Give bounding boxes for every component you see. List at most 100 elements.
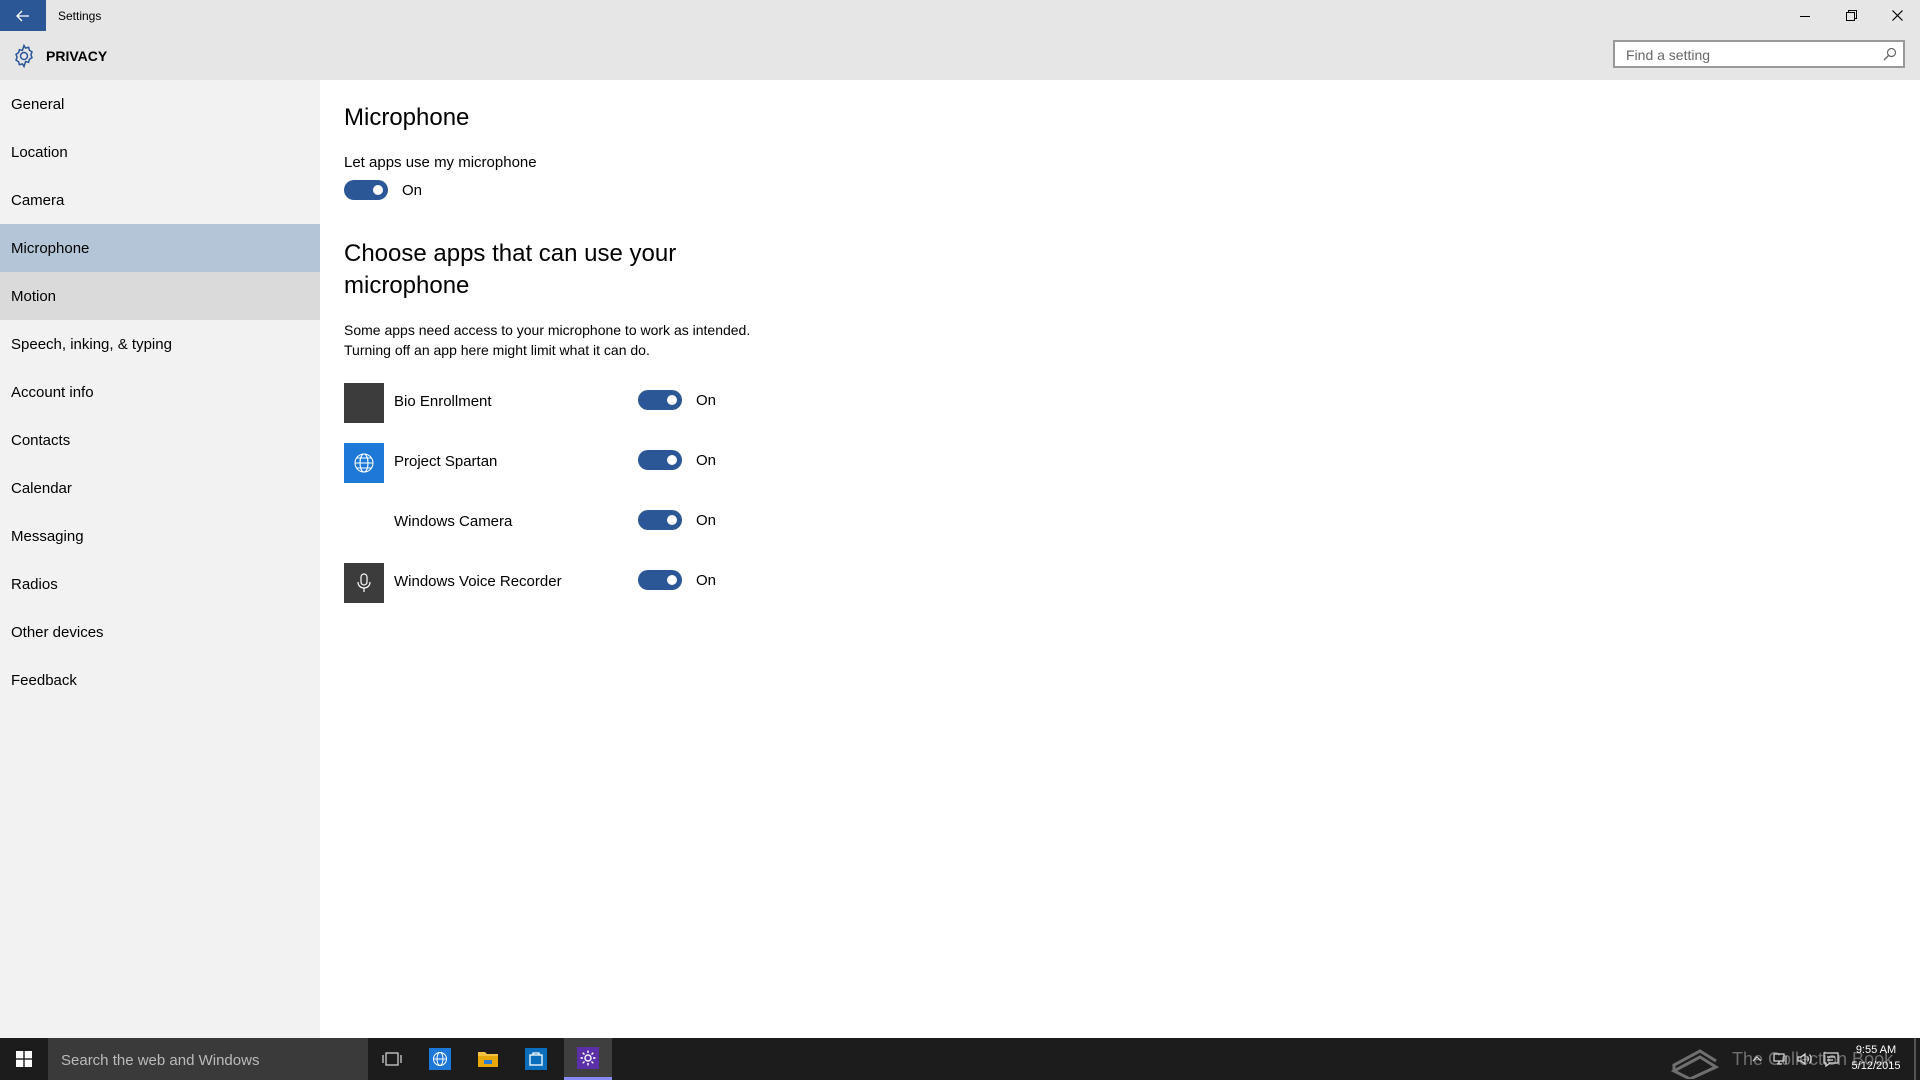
toggle-knob <box>373 185 383 195</box>
section-description: Some apps need access to your microphone… <box>344 320 864 360</box>
sidebar-item-messaging[interactable]: Messaging <box>0 512 320 560</box>
sidebar-item-contacts[interactable]: Contacts <box>0 416 320 464</box>
description-line: Some apps need access to your microphone… <box>344 322 751 338</box>
main-content: Microphone Let apps use my microphone On… <box>344 80 1904 1038</box>
taskbar-store-button[interactable] <box>512 1038 560 1080</box>
sidebar-item-label: Motion <box>11 287 57 305</box>
app-row-project-spartan: Project Spartan On <box>344 443 844 483</box>
browser-icon <box>429 1048 451 1070</box>
book-icon <box>1670 1049 1720 1079</box>
bio-enrollment-icon <box>344 383 384 423</box>
clock-time: 9:55 AM <box>1855 1044 1897 1056</box>
windows-camera-toggle[interactable] <box>638 510 682 530</box>
app-name: Windows Voice Recorder <box>394 573 562 590</box>
minimize-icon <box>1800 15 1810 17</box>
sidebar-item-general[interactable]: General <box>0 80 320 128</box>
section-title: Choose apps that can use your microphone <box>344 240 677 299</box>
chevron-up-icon[interactable] <box>1748 1050 1766 1068</box>
notification-icon[interactable] <box>1822 1050 1840 1068</box>
taskbar-file-explorer-button[interactable] <box>464 1038 512 1080</box>
back-arrow-icon <box>16 10 29 21</box>
sidebar-item-label: Radios <box>11 575 58 593</box>
project-spartan-toggle[interactable] <box>638 450 682 470</box>
sidebar-item-calendar[interactable]: Calendar <box>0 464 320 512</box>
search-icon[interactable] <box>1883 47 1897 61</box>
toggle-knob <box>667 575 677 585</box>
windows-logo-icon <box>16 1051 32 1067</box>
toggle-state-text: On <box>696 571 717 589</box>
sidebar-item-label: Microphone <box>11 239 90 257</box>
sidebar-item-speech[interactable]: Speech, inking, & typing <box>0 320 320 368</box>
sidebar-item-account-info[interactable]: Account info <box>0 368 320 416</box>
store-icon <box>525 1048 547 1070</box>
taskbar-settings-button[interactable] <box>564 1038 612 1080</box>
settings-search-input[interactable] <box>1624 42 1878 68</box>
page-title: Microphone <box>344 104 470 131</box>
app-toggle-row: On <box>638 510 716 530</box>
toggle-knob <box>667 395 677 405</box>
app-name: Project Spartan <box>394 453 498 470</box>
app-name: Bio Enrollment <box>394 393 492 410</box>
clock-date: 5/12/2015 <box>1851 1060 1901 1072</box>
sidebar-item-label: Camera <box>11 191 65 209</box>
show-desktop-button[interactable] <box>1914 1038 1916 1080</box>
sidebar-item-label: General <box>11 95 65 113</box>
taskbar-browser-button[interactable] <box>416 1038 464 1080</box>
app-name: Windows Camera <box>394 513 513 530</box>
sidebar-item-label: Messaging <box>11 527 84 545</box>
sidebar-item-label: Feedback <box>11 671 77 689</box>
restore-icon <box>1845 10 1857 21</box>
sidebar-item-radios[interactable]: Radios <box>0 560 320 608</box>
task-view-button[interactable] <box>368 1038 416 1080</box>
sidebar-nav: General Location Camera Microphone Motio… <box>0 80 320 1038</box>
sidebar-item-label: Location <box>11 143 68 161</box>
master-toggle-row: On <box>344 180 422 200</box>
settings-header: PRIVACY <box>0 31 1920 80</box>
taskbar-search-input[interactable] <box>59 1038 363 1082</box>
sidebar-item-microphone[interactable]: Microphone <box>0 224 320 272</box>
app-toggle-row: On <box>638 390 716 410</box>
sidebar-item-location[interactable]: Location <box>0 128 320 176</box>
sidebar-item-feedback[interactable]: Feedback <box>0 656 320 704</box>
toggle-knob <box>667 455 677 465</box>
title-bar: Settings <box>0 0 1920 31</box>
sidebar-item-label: Speech, inking, & typing <box>11 335 172 353</box>
toggle-state-text: On <box>696 511 717 529</box>
app-row-windows-camera: Windows Camera On <box>344 503 844 543</box>
sidebar-item-other-devices[interactable]: Other devices <box>0 608 320 656</box>
globe-icon <box>344 443 384 483</box>
master-microphone-toggle[interactable] <box>344 180 388 200</box>
toggle-state-text: On <box>696 451 717 469</box>
task-view-icon <box>382 1052 402 1066</box>
start-button[interactable] <box>0 1038 48 1080</box>
windows-voice-recorder-toggle[interactable] <box>638 570 682 590</box>
toggle-state-text: On <box>696 391 717 409</box>
settings-search-box[interactable] <box>1613 40 1905 68</box>
sidebar-item-label: Other devices <box>11 623 104 641</box>
globe-glyph <box>354 453 374 473</box>
gear-icon <box>15 44 33 68</box>
toggle-state-text: On <box>402 181 423 199</box>
sidebar-item-camera[interactable]: Camera <box>0 176 320 224</box>
volume-icon[interactable] <box>1796 1050 1814 1068</box>
bio-enrollment-toggle[interactable] <box>638 390 682 410</box>
description-line: Turning off an app here might limit what… <box>344 342 650 358</box>
master-toggle-label: Let apps use my microphone <box>344 154 537 171</box>
minimize-button[interactable] <box>1782 0 1828 31</box>
taskbar-clock[interactable]: 9:55 AM 5/12/2015 <box>1846 1042 1906 1074</box>
app-row-windows-voice-recorder: Windows Voice Recorder On <box>344 563 844 603</box>
page-category-title: PRIVACY <box>46 48 108 64</box>
sidebar-item-motion[interactable]: Motion <box>0 272 320 320</box>
restore-button[interactable] <box>1828 0 1874 31</box>
sidebar-item-label: Account info <box>11 383 94 401</box>
sidebar-item-label: Calendar <box>11 479 72 497</box>
file-explorer-icon <box>478 1052 498 1067</box>
window-title: Settings <box>58 8 102 23</box>
app-toggle-row: On <box>638 570 716 590</box>
close-button[interactable] <box>1874 0 1920 31</box>
network-icon[interactable] <box>1772 1050 1790 1068</box>
window-controls <box>1782 0 1920 31</box>
back-button[interactable] <box>0 0 46 31</box>
sidebar-item-label: Contacts <box>11 431 71 449</box>
taskbar-search-box[interactable] <box>48 1038 368 1082</box>
